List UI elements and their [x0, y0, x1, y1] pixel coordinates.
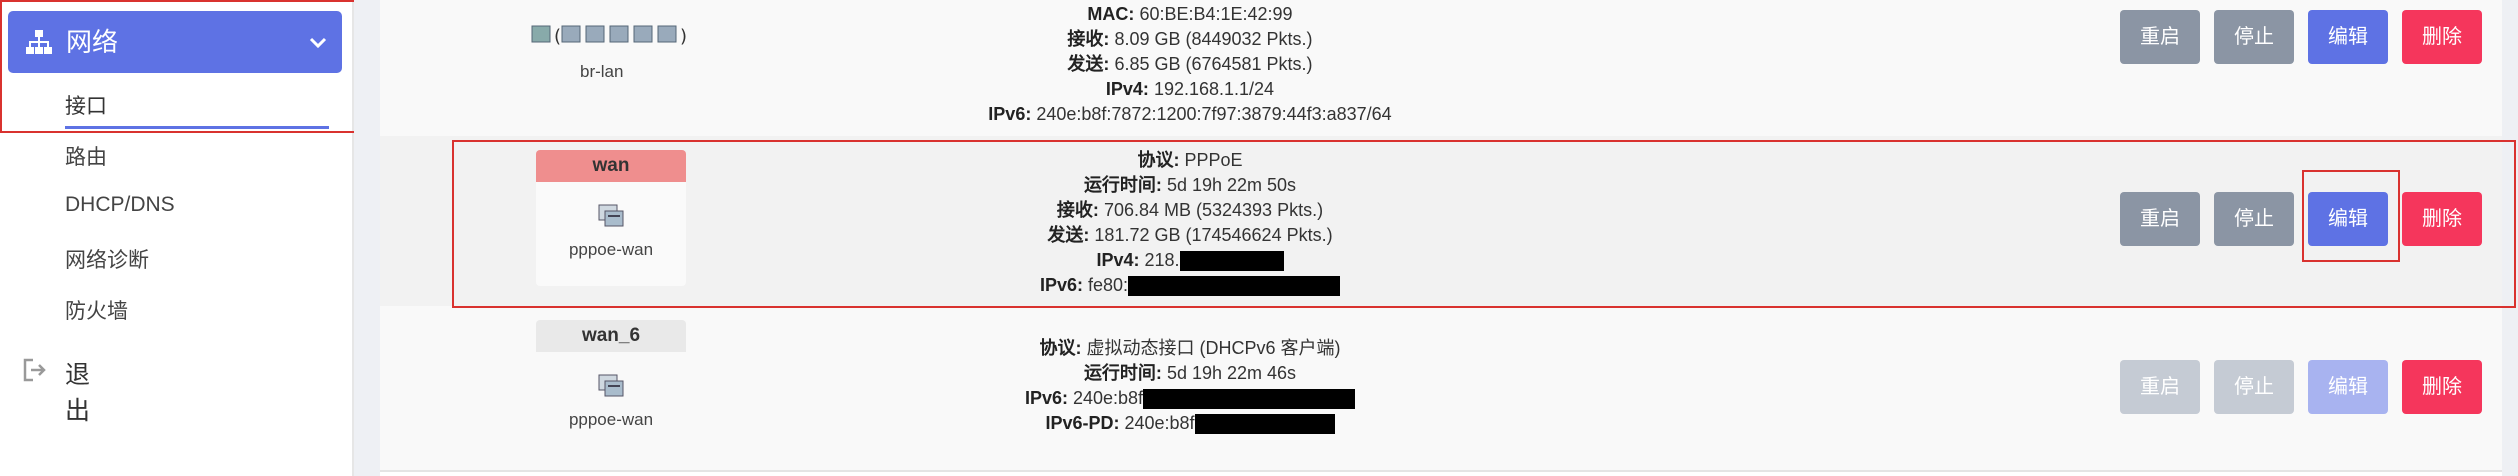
interfaces-table: ( ) br-lan MAC: 60:BE:B4:1E:42:99 接收: 8.… [380, 0, 2502, 476]
delete-button[interactable]: 删除 [2402, 360, 2482, 414]
sidebar-item-diagnostics[interactable]: 网络诊断 [65, 244, 149, 274]
status-line: IPv6: 240e:b8f:7872:1200:7f97:3879:44f3:… [988, 104, 1392, 124]
device-name: pppoe-wan [568, 240, 654, 259]
status-line: MAC: 60:BE:B4:1E:42:99 [1087, 4, 1293, 24]
sidebar-item-dhcp-dns[interactable]: DHCP/DNS [65, 193, 175, 217]
sidebar-item-firewall[interactable]: 防火墙 [65, 295, 128, 325]
main-content: ( ) br-lan MAC: 60:BE:B4:1E:42:99 接收: 8.… [354, 0, 2518, 476]
sidebar: 网络 接口 路由 DHCP/DNS 网络诊断 防火墙 退出 [0, 0, 357, 476]
interface-status: 协议: PPPoE 运行时间: 5d 19h 22m 50s 接收: 706.8… [820, 148, 1560, 298]
restart-button[interactable]: 重启 [2120, 192, 2200, 246]
redaction-bar [1143, 389, 1356, 410]
redaction-bar [1194, 414, 1335, 435]
status-line: 接收: 706.84 MB (5324393 Pkts.) [1056, 200, 1324, 220]
status-line: 接收: 8.09 GB (8449032 Pkts.) [1067, 29, 1313, 49]
restart-button[interactable]: 重启 [2120, 10, 2200, 64]
interface-badge: wan_6 pppoe-wan [536, 320, 686, 456]
status-line: 运行时间: 5d 19h 22m 46s [1083, 363, 1297, 383]
sign-out-icon [23, 358, 46, 382]
table-row-wan6: wan_6 pppoe-wan 协议: 虚拟动态接口 (DHCPv6 客户端) … [380, 306, 2502, 472]
status-line: 协议: PPPoE [1137, 150, 1243, 170]
sidebar-item-routes[interactable]: 路由 [65, 141, 107, 171]
interface-status: 协议: 虚拟动态接口 (DHCPv6 客户端) 运行时间: 5d 19h 22m… [820, 336, 1560, 436]
network-menu-label: 网络 [66, 27, 119, 57]
interface-badge: wan pppoe-wan [536, 150, 686, 286]
interface-name: wan [536, 150, 686, 182]
status-line: IPv6: 240e:b8f [820, 386, 1560, 411]
svg-text:): ) [680, 26, 687, 47]
bridge-ports-icons: ( ) [531, 25, 687, 47]
table-row-lan: ( ) br-lan MAC: 60:BE:B4:1E:42:99 接收: 8.… [380, 0, 2502, 138]
restart-button[interactable]: 重启 [2120, 360, 2200, 414]
interface-status: MAC: 60:BE:B4:1E:42:99 接收: 8.09 GB (8449… [820, 2, 1560, 127]
network-device-icon [598, 204, 624, 227]
delete-button[interactable]: 删除 [2402, 10, 2482, 64]
status-line: 协议: 虚拟动态接口 (DHCPv6 客户端) [1039, 338, 1341, 358]
status-line: 发送: 6.85 GB (6764581 Pkts.) [1067, 54, 1313, 74]
status-line: 运行时间: 5d 19h 22m 50s [1083, 175, 1297, 195]
interface-name: wan_6 [536, 320, 686, 352]
sidebar-item-label: 接口 [65, 95, 107, 118]
device-name: br-lan [580, 62, 624, 81]
edit-button[interactable]: 编辑 [2308, 10, 2388, 64]
table-row-wan: wan pppoe-wan 协议: PPPoE 运行时间: 5d 19h 22m… [380, 136, 2502, 308]
delete-button[interactable]: 删除 [2402, 192, 2482, 246]
network-menu-header[interactable]: 网络 [8, 11, 342, 73]
edit-button[interactable]: 编辑 [2308, 192, 2388, 246]
status-line: IPv4: 218. [820, 248, 1560, 273]
stop-button[interactable]: 停止 [2214, 10, 2294, 64]
status-line: IPv6: fe80: [820, 273, 1560, 298]
status-line: IPv4: 192.168.1.1/24 [1105, 79, 1275, 99]
status-line: 发送: 181.72 GB (174546624 Pkts.) [1047, 225, 1333, 245]
stop-button[interactable]: 停止 [2214, 192, 2294, 246]
redaction-bar [1179, 251, 1284, 272]
edit-button[interactable]: 编辑 [2308, 360, 2388, 414]
chevron-down-icon [309, 37, 327, 49]
sitemap-icon [26, 30, 52, 54]
redaction-bar [1128, 276, 1341, 297]
svg-text:(: ( [554, 26, 561, 47]
sidebar-item-interfaces[interactable]: 接口 [65, 84, 329, 129]
network-device-icon [598, 374, 624, 397]
status-line: IPv6-PD: 240e:b8f [820, 411, 1560, 436]
device-name: pppoe-wan [568, 410, 654, 429]
stop-button[interactable]: 停止 [2214, 360, 2294, 414]
logout-label: 退出 [65, 361, 91, 425]
